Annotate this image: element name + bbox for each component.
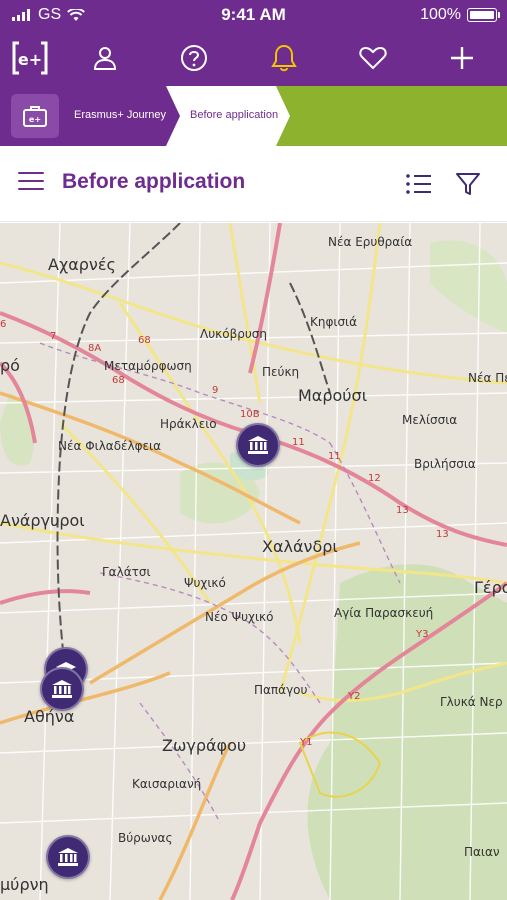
road-number: 11 [328,451,341,462]
map-label: Γαλάτσι [102,565,151,579]
map-roads [0,223,507,900]
map-label: Χαλάνδρι [262,537,338,556]
plus-icon [451,47,473,69]
map-view[interactable]: Νέα Ερυθραία Αχαρνές Λυκόβρυση Κηφισιά Μ… [0,223,507,900]
profile-icon [93,47,117,70]
breadcrumb-home[interactable]: e+ Erasmus+ Journey [0,86,190,146]
institution-icon [52,680,72,698]
map-label: Νέα Πε [468,371,507,385]
road-number: 68 [112,375,125,386]
institution-icon [58,848,78,866]
filter-icon [456,173,480,195]
road-number: 6 [0,319,7,330]
map-label: ρό [0,356,20,375]
map-label: Παιαν [464,845,500,859]
breadcrumb-current[interactable]: Before application [166,86,290,146]
notifications-button[interactable] [266,40,302,76]
battery-icon [467,8,500,22]
journey-icon: e+ [11,94,59,138]
road-number: 10B [240,409,260,420]
svg-text:e+: e+ [29,115,41,124]
institution-marker[interactable] [236,423,280,467]
erasmus-logo-icon: e+ [12,41,48,75]
top-nav: e+ [0,30,507,86]
status-right: 100% [420,6,500,24]
breadcrumb-current-label: Before application [190,109,279,121]
road-number: 11 [292,437,305,448]
battery-percent: 100% [420,6,461,23]
menu-icon [18,172,44,174]
road-number: Y1 [300,737,313,748]
list-view-button[interactable] [404,170,434,198]
bell-icon [271,44,297,72]
road-number: 12 [368,473,381,484]
map-label: Παπάγου [254,683,308,697]
map-label: Βύρωνας [118,831,173,845]
filter-button[interactable] [454,170,482,198]
map-label: Μελίσσια [402,413,458,427]
road-number: 7 [50,331,57,342]
list-icon [406,174,431,194]
road-number: 68 [138,335,151,346]
map-label: Νέα Ερυθραία [328,235,413,249]
map-label: Γλυκά Νερ [440,695,503,709]
status-bar: GS 9:41 AM 100% [0,0,507,30]
breadcrumb-home-label: Erasmus+ Journey [74,109,167,121]
map-label: Νέο Ψυχικό [205,610,274,624]
map-label: Ζωγράφου [162,736,247,755]
map-label: Ψυχικό [184,576,226,590]
map-label: Λυκόβρυση [200,327,267,341]
institution-marker[interactable] [46,835,90,879]
map-label: Γέρα [474,578,507,597]
page-header: Before application [0,146,507,222]
heart-icon [359,46,387,70]
map-label: Μαρούσι [298,386,368,405]
road-number: 8A [88,343,102,354]
add-button[interactable] [444,40,480,76]
app-logo-button[interactable]: e+ [12,40,48,76]
breadcrumb: e+ Erasmus+ Journey Before application [0,86,507,146]
map-label: Βριλήσσια [414,457,476,471]
map-label: Νέα Φιλαδέλφεια [58,439,162,453]
favorites-button[interactable] [355,40,391,76]
institution-marker[interactable] [40,667,84,711]
help-button[interactable] [176,40,212,76]
road-number: 9 [212,385,219,396]
map-label: Αχαρνές [48,255,116,274]
map-label: μύρνη [0,875,49,894]
map-label: Καισαριανή [132,777,202,791]
map-label: Ανάργυροι [0,511,85,530]
map-label: Μεταμόρφωση [104,359,192,373]
road-number: Y3 [416,629,429,640]
menu-button[interactable] [18,172,44,196]
road-number: Y2 [348,691,361,702]
institution-icon [248,436,268,454]
logo-text: e+ [18,50,42,69]
map-label: Πεύκη [262,365,300,379]
road-number: 13 [396,505,409,516]
profile-button[interactable] [87,40,123,76]
page-title: Before application [62,170,246,193]
map-label: Ηράκλειο [160,417,217,431]
map-label: Κηφισιά [310,315,358,329]
map-label: Αγία Παρασκευή [334,606,434,620]
road-number: 13 [436,529,449,540]
help-icon [181,45,207,71]
